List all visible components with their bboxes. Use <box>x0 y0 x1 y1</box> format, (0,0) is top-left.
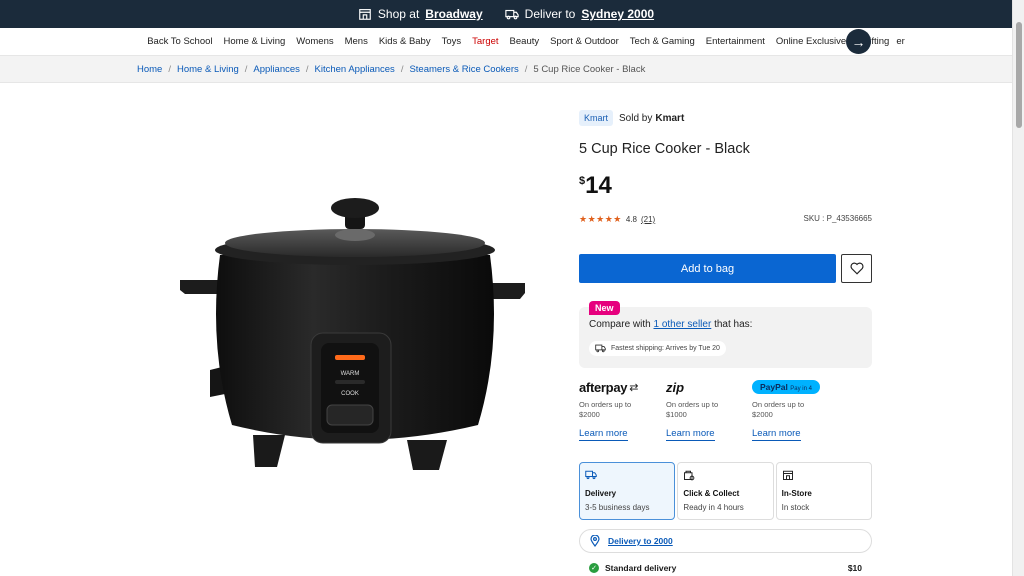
review-count-link[interactable]: (21) <box>641 215 655 224</box>
fulfilment-options: Delivery 3-5 business days Click & Colle… <box>579 462 872 520</box>
deliver-prefix: Deliver to <box>524 7 576 21</box>
paypal-learn-more-link[interactable]: Learn more <box>752 428 801 441</box>
deliver-to-postcode[interactable]: Delivery to 2000 <box>579 529 872 553</box>
shop-at-store[interactable]: Shop at Broadway <box>358 7 483 21</box>
category-beauty[interactable]: Beauty <box>510 36 540 47</box>
click-collect-detail: Ready in 4 hours <box>683 503 744 512</box>
click-collect-title: Click & Collect <box>683 489 740 498</box>
category-scroll-right-button[interactable]: → <box>846 29 871 54</box>
compare-prefix: Compare with <box>589 319 651 330</box>
category-partial[interactable]: er <box>896 36 904 47</box>
delivery-postcode-link[interactable]: Delivery to 2000 <box>608 536 673 546</box>
cook-label: COOK <box>341 391 359 397</box>
category-online-exclusives[interactable]: Online Exclusives <box>776 36 851 47</box>
sku: SKU : P_43536665 <box>803 214 873 223</box>
breadcrumb-home-living[interactable]: Home & Living <box>177 64 239 75</box>
breadcrumb: Home / Home & Living / Appliances / Kitchen… <box>0 55 1012 83</box>
wishlist-button[interactable] <box>841 254 872 283</box>
breadcrumb-kitchen-appliances[interactable]: Kitchen Appliances <box>315 64 395 75</box>
warm-label: WARM <box>341 371 360 377</box>
paypal-line1: On orders up to <box>752 400 805 409</box>
category-toys[interactable]: Toys <box>442 36 462 47</box>
in-store-title: In-Store <box>781 489 812 498</box>
heart-icon <box>850 262 863 275</box>
deliver-to-location[interactable]: Deliver to Sydney 2000 <box>504 7 654 21</box>
truck-icon <box>504 9 519 20</box>
star-rating-icon: ★★★★★ <box>579 214 622 224</box>
price-currency: $ <box>579 175 586 187</box>
deliver-location-link[interactable]: Sydney 2000 <box>581 7 654 21</box>
category-target[interactable]: Target <box>472 36 498 47</box>
page-scrollbar[interactable] <box>1012 0 1024 576</box>
category-home-living[interactable]: Home & Living <box>224 36 286 47</box>
afterpay-logo: afterpay <box>579 379 628 395</box>
add-to-bag-button[interactable]: Add to bag <box>579 254 836 283</box>
price-amount: 14 <box>585 172 612 199</box>
brand-badge[interactable]: Kmart <box>579 110 614 126</box>
category-entertainment[interactable]: Entertainment <box>706 36 765 47</box>
afterpay-line2: $2000 <box>579 410 600 419</box>
compare-sellers-panel: New Compare with 1 other seller that has… <box>579 301 872 368</box>
afterpay-learn-more-link[interactable]: Learn more <box>579 428 628 441</box>
seller-row: Kmart Sold by Kmart <box>579 110 872 126</box>
category-sport-outdoor[interactable]: Sport & Outdoor <box>550 36 619 47</box>
shop-store-link[interactable]: Broadway <box>425 7 482 21</box>
top-bar: Shop at Broadway Deliver to Sydney 2000 <box>0 0 1012 28</box>
delivery-option[interactable]: Delivery 3-5 business days <box>579 462 676 520</box>
shop-prefix: Shop at <box>377 7 420 21</box>
scrollbar-thumb[interactable] <box>1016 22 1022 128</box>
new-badge: New <box>589 301 620 315</box>
zip-option: zip On orders up to $1000 Learn more <box>666 380 752 441</box>
other-seller-link[interactable]: 1 other seller <box>653 319 711 330</box>
zip-logo: zip <box>666 379 685 395</box>
delivery-detail: 3-5 business days <box>585 503 650 512</box>
category-back-to-school[interactable]: Back To School <box>147 36 212 47</box>
category-kids-baby[interactable]: Kids & Baby <box>379 36 431 47</box>
breadcrumb-current: 5 Cup Rice Cooker - Black <box>533 63 646 75</box>
afterpay-option: afterpay ⇄ On orders up to $2000 Learn mor… <box>579 380 665 441</box>
arrow-right-icon: → <box>851 33 866 50</box>
paypal-line2: $2000 <box>752 410 773 419</box>
paypal-logo: PayPal Pay in 4 <box>752 380 820 394</box>
location-pin-icon <box>590 535 600 547</box>
breadcrumb-appliances[interactable]: Appliances <box>253 64 299 75</box>
standard-delivery-row: ✓ Standard delivery $10 <box>579 559 872 576</box>
in-store-detail: In stock <box>781 503 810 512</box>
category-tech-gaming[interactable]: Tech & Gaming <box>630 36 695 47</box>
rating: ★★★★★ 4.8 (21) <box>579 214 655 225</box>
click-collect-icon <box>684 470 695 481</box>
check-icon: ✓ <box>589 563 599 573</box>
compare-text: Compare with 1 other seller that has: <box>589 319 752 330</box>
sold-by-prefix: Sold by <box>619 112 653 124</box>
category-womens[interactable]: Womens <box>296 36 333 47</box>
breadcrumb-steamers-rice-cookers[interactable]: Steamers & Rice Cookers <box>409 64 518 75</box>
compare-suffix: that has: <box>714 319 753 330</box>
rating-value: 4.8 <box>625 215 637 224</box>
zip-learn-more-link[interactable]: Learn more <box>666 428 715 441</box>
product-price: $14 <box>579 172 612 200</box>
click-collect-option[interactable]: Click & Collect Ready in 4 hours <box>677 462 774 520</box>
truck-icon <box>585 470 597 480</box>
category-mens[interactable]: Mens <box>345 36 368 47</box>
product-details: Kmart Sold by Kmart 5 Cup Rice Cooker - … <box>579 110 872 573</box>
standard-delivery-price: $10 <box>847 563 862 573</box>
afterpay-line1: On orders up to <box>579 400 632 409</box>
truck-icon <box>595 344 606 353</box>
product-image[interactable]: WARM COOK <box>175 195 530 475</box>
standard-delivery-label: Standard delivery <box>605 563 677 573</box>
store-icon <box>359 9 371 20</box>
breadcrumb-home[interactable]: Home <box>137 64 162 75</box>
sold-by-seller[interactable]: Kmart <box>655 113 684 124</box>
afterpay-arrow-icon: ⇄ <box>629 381 639 394</box>
fast-shipping-text: Fastest shipping: Arrives by Tue 20 <box>611 345 720 352</box>
fast-shipping-chip: Fastest shipping: Arrives by Tue 20 <box>589 341 726 356</box>
product-title: 5 Cup Rice Cooker - Black <box>579 141 750 157</box>
zip-line1: On orders up to <box>666 400 719 409</box>
paypal-option: PayPal Pay in 4 On orders up to $2000 Lea… <box>752 380 838 441</box>
in-store-option[interactable]: In-Store In stock <box>775 462 872 520</box>
store-icon <box>782 470 793 480</box>
zip-line2: $1000 <box>666 410 687 419</box>
delivery-title: Delivery <box>585 489 617 498</box>
product-page: Shop at Broadway Deliver to Sydney 2000 … <box>0 0 1024 576</box>
